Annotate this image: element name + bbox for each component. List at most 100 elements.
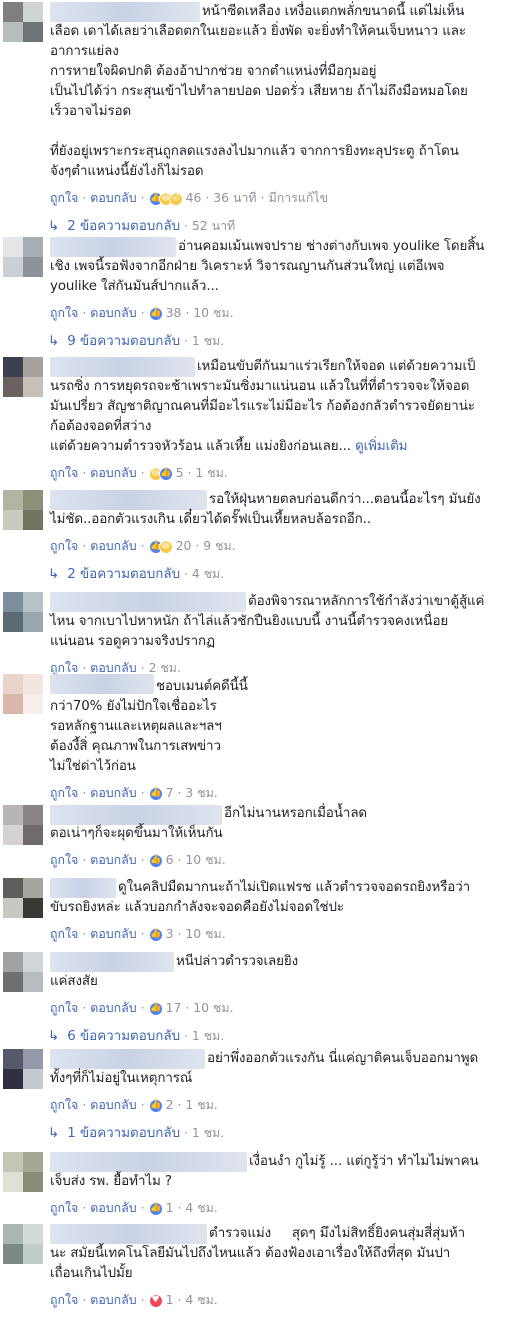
separator-dot: ·: [180, 1125, 192, 1140]
comment-line: อย่าพึ่งออกตัวแรงกัน นี่แค่ญาติคนเจ็บออก…: [207, 1051, 479, 1066]
reaction-count[interactable]: 46: [186, 190, 202, 205]
like-link[interactable]: ถูกใจ: [50, 785, 78, 800]
view-replies-link[interactable]: ↳ 1 ข้อความตอบกลับ · 1 ชม.: [48, 1123, 224, 1143]
reactions-summary[interactable]: 👍: [148, 853, 163, 868]
view-replies-link[interactable]: ↳ 9 ข้อความตอบกลับ · 1 ชม.: [48, 331, 224, 351]
reply-link[interactable]: ตอบกลับ: [90, 538, 136, 553]
separator-dot: ·: [177, 926, 182, 941]
reactions-summary[interactable]: 👍: [148, 1201, 163, 1216]
reactions-summary[interactable]: 👍: [148, 1001, 163, 1016]
comment-timestamp[interactable]: 1 ชม.: [195, 465, 227, 480]
avatar[interactable]: [3, 1152, 43, 1192]
comment-timestamp[interactable]: 10 ชม.: [193, 1000, 233, 1015]
comment-timestamp[interactable]: 2 ชม.: [149, 660, 181, 675]
reaction-count[interactable]: 6: [166, 852, 174, 867]
avatar[interactable]: [3, 952, 43, 992]
separator-dot: ·: [82, 926, 87, 941]
replies-count-label[interactable]: 9 ข้อความตอบกลับ: [67, 334, 180, 349]
avatar[interactable]: [3, 592, 43, 632]
view-replies-link[interactable]: ↳ 6 ข้อความตอบกลับ · 1 ชม.: [48, 1026, 224, 1046]
like-link[interactable]: ถูกใจ: [50, 660, 78, 675]
separator-dot: ·: [140, 1097, 145, 1112]
reactions-summary[interactable]: ♥: [148, 1293, 163, 1308]
reply-link[interactable]: ตอบกลับ: [90, 1292, 136, 1307]
comment-timestamp[interactable]: 4 ชม.: [185, 1200, 217, 1215]
see-more-link[interactable]: ดูเพิ่มเติม: [351, 439, 407, 454]
comment-line: เหมือนขับตีกันมาแร่วเรียกให้จอด แต่ด้วยค…: [197, 359, 476, 374]
like-link[interactable]: ถูกใจ: [50, 1292, 78, 1307]
reply-link[interactable]: ตอบกลับ: [90, 305, 136, 320]
scrollbar-hint[interactable]: [515, 664, 523, 694]
reaction-count[interactable]: 1: [166, 1200, 174, 1215]
comment-timestamp[interactable]: 9 ชม.: [203, 538, 235, 553]
reactions-summary[interactable]: 👍: [148, 786, 163, 801]
reactions-summary[interactable]: 👍: [148, 1098, 163, 1113]
separator-dot: ·: [82, 1097, 87, 1112]
reply-arrow-icon: ↳: [48, 219, 60, 234]
like-link[interactable]: ถูกใจ: [50, 305, 78, 320]
comment-timestamp[interactable]: 1 ชม.: [185, 1097, 217, 1112]
like-link[interactable]: ถูกใจ: [50, 538, 78, 553]
like-link[interactable]: ถูกใจ: [50, 1000, 78, 1015]
reply-link[interactable]: ตอบกลับ: [90, 465, 136, 480]
reply-link[interactable]: ตอบกลับ: [90, 1200, 136, 1215]
reaction-count[interactable]: 17: [166, 1000, 182, 1015]
avatar[interactable]: [3, 357, 43, 397]
avatar[interactable]: [3, 2, 43, 42]
comment-actions: ถูกใจ · ตอบกลับ · 👍 38 · 10 ชม.: [50, 303, 234, 323]
replies-count-label[interactable]: 2 ข้อความตอบกลับ: [67, 567, 180, 582]
reply-link[interactable]: ตอบกลับ: [90, 926, 136, 941]
reactions-summary[interactable]: 👍 😆: [148, 539, 173, 554]
reaction-count[interactable]: 20: [176, 538, 192, 553]
comment-actions: ถูกใจ · ตอบกลับ · 😆 👍 5 · 1 ชม.: [50, 463, 228, 483]
avatar[interactable]: [3, 490, 43, 530]
separator-dot: ·: [140, 1292, 145, 1307]
like-link[interactable]: ถูกใจ: [50, 1200, 78, 1215]
reaction-count[interactable]: 5: [176, 465, 184, 480]
reactions-summary[interactable]: 👍 😆 😮: [148, 191, 183, 206]
separator-dot: ·: [140, 190, 145, 205]
comment-line: เป็นไปได้ว่า กระสุนเข้าไปทำลายปอด ปอดรั่…: [50, 84, 468, 99]
reaction-count[interactable]: 1: [166, 1292, 174, 1307]
reply-link[interactable]: ตอบกลับ: [90, 190, 136, 205]
reply-link[interactable]: ตอบกลับ: [90, 1097, 136, 1112]
view-replies-link[interactable]: ↳ 2 ข้อความตอบกลับ · 4 ชม.: [48, 564, 224, 584]
reply-link[interactable]: ตอบกลับ: [90, 852, 136, 867]
reply-link[interactable]: ตอบกลับ: [90, 660, 136, 675]
avatar[interactable]: [3, 878, 43, 918]
separator-dot: ·: [140, 926, 145, 941]
separator-dot: ·: [185, 1000, 190, 1015]
avatar[interactable]: [3, 674, 43, 714]
replies-count-label[interactable]: 2 ข้อความตอบกลับ: [67, 219, 180, 234]
reactions-summary[interactable]: 👍: [148, 306, 163, 321]
reaction-count[interactable]: 3: [166, 926, 174, 941]
comment-timestamp[interactable]: 36 นาที: [213, 190, 256, 205]
edited-label[interactable]: มีการแก้ไข: [269, 190, 328, 205]
replies-count-label[interactable]: 6 ข้อความตอบกลับ: [67, 1029, 180, 1044]
reactions-summary[interactable]: 👍: [148, 927, 163, 942]
reactions-summary[interactable]: 😆 👍: [148, 466, 173, 481]
reaction-count[interactable]: 2: [166, 1097, 174, 1112]
reaction-count[interactable]: 7: [166, 785, 174, 800]
comment-timestamp[interactable]: 10 ชม.: [193, 305, 233, 320]
avatar[interactable]: [3, 237, 43, 277]
comment-timestamp[interactable]: 3 ชม.: [185, 785, 217, 800]
comment-timestamp[interactable]: 10 ชม.: [185, 852, 225, 867]
avatar[interactable]: [3, 805, 43, 845]
like-link[interactable]: ถูกใจ: [50, 465, 78, 480]
replies-count-label[interactable]: 1 ข้อความตอบกลับ: [67, 1126, 180, 1141]
comment-timestamp[interactable]: 4 ชม.: [185, 1292, 217, 1307]
reply-link[interactable]: ตอบกลับ: [90, 1000, 136, 1015]
avatar[interactable]: [3, 1049, 43, 1089]
like-link[interactable]: ถูกใจ: [50, 190, 78, 205]
separator-dot: ·: [82, 785, 87, 800]
reply-link[interactable]: ตอบกลับ: [90, 785, 136, 800]
reaction-count[interactable]: 38: [166, 305, 182, 320]
view-replies-link[interactable]: ↳ 2 ข้อความตอบกลับ · 52 นาที: [48, 216, 235, 236]
avatar[interactable]: [3, 1224, 43, 1264]
like-link[interactable]: ถูกใจ: [50, 926, 78, 941]
comment-timestamp[interactable]: 10 ชม.: [185, 926, 225, 941]
like-link[interactable]: ถูกใจ: [50, 852, 78, 867]
separator-dot: ·: [140, 660, 145, 675]
like-link[interactable]: ถูกใจ: [50, 1097, 78, 1112]
